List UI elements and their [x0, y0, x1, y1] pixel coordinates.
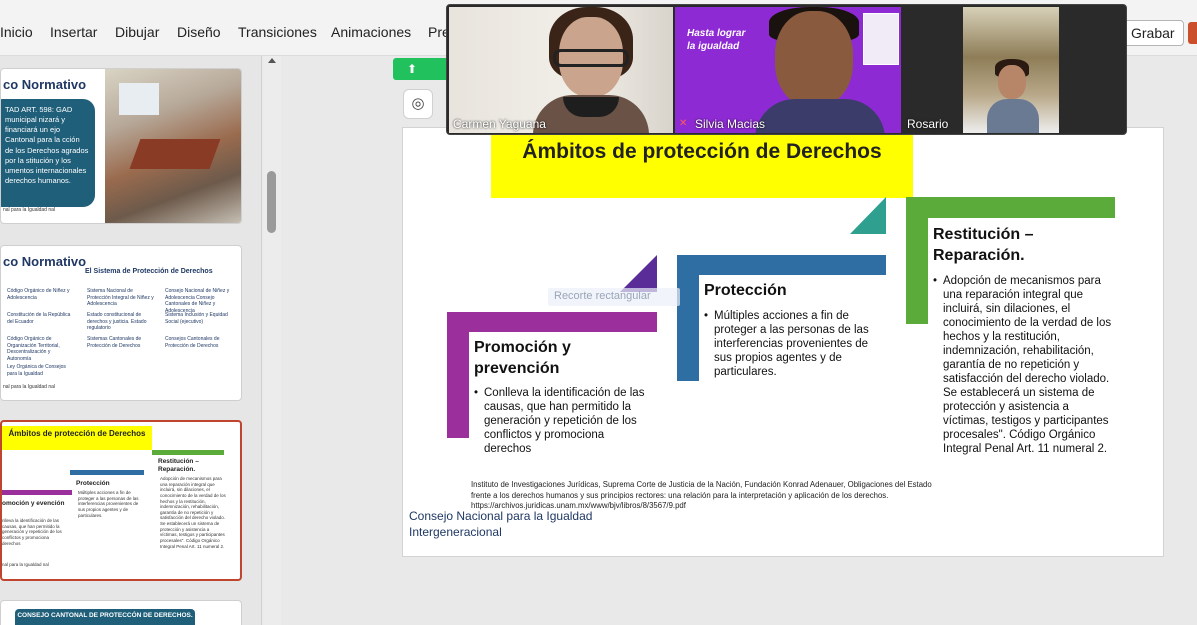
col1-heading[interactable]: Promoción y prevención	[474, 338, 644, 380]
thumb1-footer: nal para la Igualdad nal	[3, 207, 55, 213]
participant-name: Silvia Macias	[695, 117, 766, 131]
thumb1-meeting-photo	[105, 69, 241, 223]
thumb1-title: co Normativo	[3, 77, 87, 92]
slide-thumbnails-pane: co Normativo TAD ART. 598: GAD municipal…	[0, 56, 262, 625]
col1-list[interactable]: Conlleva la identificación de las causas…	[474, 386, 650, 456]
thumb2-footer: nal para la Igualdad nal	[3, 384, 55, 390]
thumb2-cell: Código Orgánico de Organización Territor…	[7, 336, 60, 362]
org-line-2: Intergeneracional	[409, 524, 502, 539]
slide-thumbnail-4[interactable]: CONSEJO CANTONAL DE PROTECCÓN DE DERECHO…	[0, 600, 242, 625]
arrow-up-icon: ⬆	[407, 62, 418, 76]
menu-insertar[interactable]: Insertar	[50, 24, 97, 40]
background-phrase: Hasta lograr la igualdad	[687, 28, 746, 52]
col3-heading[interactable]: Restitución – Reparación.	[933, 225, 1103, 267]
person-face-shape	[998, 65, 1026, 99]
person-face-shape	[775, 11, 853, 107]
slide-title[interactable]: Ámbitos de protección de Derechos	[491, 134, 913, 198]
record-dropdown-icon[interactable]	[1188, 22, 1197, 44]
scroll-thumb[interactable]	[267, 171, 276, 233]
purple-triangle-shape	[620, 255, 657, 292]
thumb2-cell: Sistema Inclusión y Equidad Social (ejec…	[165, 312, 228, 325]
col3-bullet: Adopción de mecanismos para una reparaci…	[933, 274, 1113, 456]
blue-horizontal-bar	[677, 255, 886, 275]
record-button[interactable]: Grabar	[1122, 20, 1184, 46]
snip-tooltip: Recorte rectangular	[548, 288, 680, 306]
blue-vertical-bar	[677, 255, 699, 381]
thumb3-col2-text: Múltiples acciones a fin de proteger a l…	[78, 490, 139, 518]
green-vertical-bar	[906, 197, 928, 324]
mic-muted-icon: ✕	[679, 118, 688, 129]
thumb3-title: Ámbitos de protección de Derechos	[2, 426, 152, 450]
participant-name: Carmen Yaguana	[453, 117, 546, 131]
thumb2-cell: Constitución de la República del Ecuador	[7, 312, 71, 325]
slide-thumbnail-2[interactable]: co Normativo El Sistema de Protección de…	[0, 245, 242, 401]
col2-list[interactable]: Múltiples acciones a fin de proteger a l…	[704, 309, 884, 379]
menu-diseno[interactable]: Diseño	[177, 24, 221, 40]
slide-canvas[interactable]: Ámbitos de protección de Derechos Promoc…	[402, 127, 1164, 557]
video-call-strip[interactable]: Carmen Yaguana Hasta lograr la igualdad …	[446, 4, 1127, 135]
col2-bullet: Múltiples acciones a fin de proteger a l…	[704, 309, 884, 379]
thumb3-green-bar	[152, 450, 224, 455]
glasses-shape	[553, 49, 629, 67]
copilot-icon[interactable]: ◎	[403, 89, 433, 119]
thumb4-title-box: CONSEJO CANTONAL DE PROTECCÓN DE DERECHO…	[15, 609, 195, 625]
thumb3-col1-text: nlleva la identificación de las causas, …	[2, 518, 62, 546]
thumb3-col3-text: Adopción de mecanismos para una reparaci…	[160, 476, 226, 549]
thumb3-col2-head: Protección	[76, 480, 110, 487]
thumb3-footer: nal para la Igualdad nal	[2, 562, 49, 567]
video-tile-1[interactable]: Carmen Yaguana	[449, 7, 673, 133]
col2-heading[interactable]: Protección	[704, 281, 874, 302]
menu-transiciones[interactable]: Transiciones	[238, 24, 317, 40]
thumb2-cell: Consejo Nacional de Niñez y Adolescencia…	[165, 288, 230, 314]
thumb2-cell: Ley Orgánica de Consejos para la Igualda…	[7, 364, 66, 377]
slide-citation[interactable]: Instituto de Investigaciones Jurídicas, …	[471, 480, 949, 512]
slide-thumbnail-3[interactable]: Ámbitos de protección de Derechos omoció…	[0, 420, 242, 581]
record-label: Grabar	[1131, 25, 1175, 41]
poster-shape	[863, 13, 899, 65]
menu-inicio[interactable]: Inicio	[0, 24, 33, 40]
thumb2-subtitle: El Sistema de Protección de Derechos	[85, 268, 213, 275]
green-horizontal-bar	[906, 197, 1115, 218]
col1-bullet: Conlleva la identificación de las causas…	[474, 386, 650, 456]
thumb2-cell: Sistemas Cantonales de Protección de Der…	[87, 336, 142, 349]
slide-org-name[interactable]: Consejo Nacional para la Igualdad Interg…	[409, 509, 592, 540]
person-body-shape	[755, 99, 885, 133]
person-body-shape	[987, 99, 1039, 133]
thumb3-col1-head: omoción y evención	[2, 500, 65, 507]
thumb2-cell: Consejos Cantonales de Protección de Der…	[165, 336, 220, 349]
slide-thumbnail-1[interactable]: co Normativo TAD ART. 598: GAD municipal…	[0, 68, 242, 224]
video-tile-2[interactable]: Hasta lograr la igualdad ✕ Silvia Macias	[675, 7, 901, 133]
menu-dibujar[interactable]: Dibujar	[115, 24, 159, 40]
thumb2-cell: Sistema Nacional de Protección Integral …	[87, 288, 154, 307]
thumb3-blue-bar	[70, 470, 144, 475]
teal-triangle-shape	[850, 197, 886, 234]
thumb2-cell: Código Orgánico de Niñez y Adolescencia	[7, 288, 70, 301]
thumb1-text-box: TAD ART. 598: GAD municipal nizará y fin…	[1, 99, 95, 207]
col3-list[interactable]: Adopción de mecanismos para una reparaci…	[933, 274, 1113, 456]
org-line-1: Consejo Nacional para la Igualdad	[409, 509, 593, 523]
menu-animaciones[interactable]: Animaciones	[331, 24, 411, 40]
participant-name: Rosario	[907, 117, 949, 131]
table-shape	[129, 139, 221, 169]
thumb3-col3-head: Restitución – Reparación.	[158, 458, 199, 473]
thumb2-title: co Normativo	[3, 254, 87, 269]
thumbnails-scrollbar[interactable]	[263, 56, 281, 625]
scroll-up-icon[interactable]	[268, 58, 276, 63]
video-tile-3[interactable]: Rosario	[903, 7, 1125, 133]
thumb2-cell: Estado constitucional de derechos y just…	[87, 312, 147, 331]
projector-screen-shape	[119, 83, 159, 115]
purple-horizontal-bar	[447, 312, 657, 332]
purple-vertical-bar	[447, 312, 469, 438]
thumb3-purple-bar	[2, 490, 72, 495]
